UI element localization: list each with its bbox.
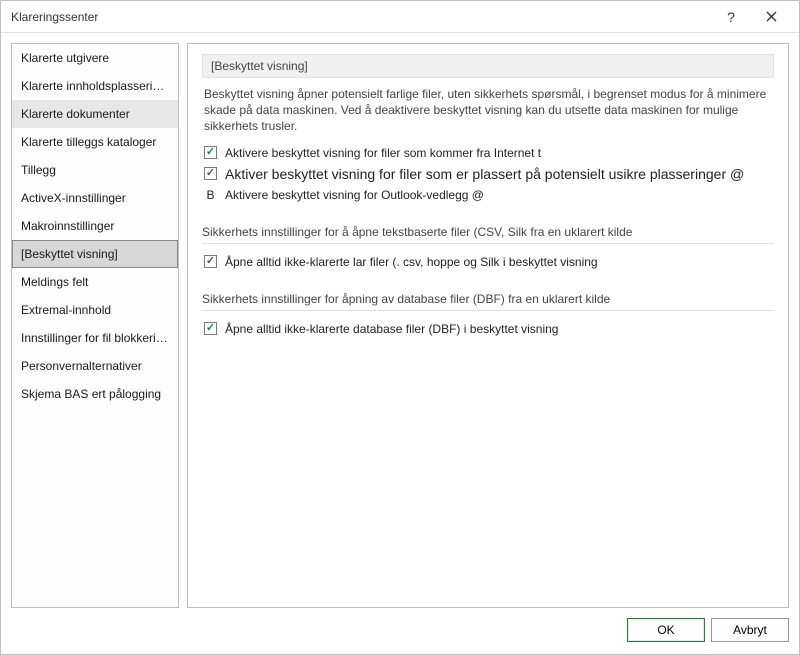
sidebar-item-macro[interactable]: Makroinnstillinger [12, 212, 178, 240]
checkbox-icon [204, 255, 217, 268]
checkbox-row-outlook-attachments[interactable]: B Aktivere beskyttet visning for Outlook… [202, 185, 774, 205]
sidebar-item-addins[interactable]: Tillegg [12, 156, 178, 184]
sidebar-item-label: Tillegg [21, 163, 56, 177]
sidebar-item-form-signin[interactable]: Skjema BAS ert pålogging [12, 380, 178, 408]
ok-button[interactable]: OK [627, 618, 705, 642]
dialog-footer: OK Avbryt [1, 608, 799, 654]
sidebar-item-trusted-addin-catalogs[interactable]: Klarerte tilleggs kataloger [12, 128, 178, 156]
sidebar-item-trusted-locations[interactable]: Klarerte innholdsplasseringer [12, 72, 178, 100]
checkbox-row-internet-files[interactable]: Aktivere beskyttet visning for filer som… [202, 143, 774, 163]
sidebar-item-file-block[interactable]: Innstillinger for fil blokkering [12, 324, 178, 352]
sidebar-item-activex[interactable]: ActiveX-innstillinger [12, 184, 178, 212]
checkbox-icon [204, 146, 217, 159]
help-button[interactable]: ? [711, 3, 751, 31]
section-header-text-files: Sikkerhets innstillinger for å åpne teks… [202, 221, 774, 244]
sidebar-item-label: Meldings felt [21, 275, 88, 289]
sidebar-item-label: Makroinnstillinger [21, 219, 114, 233]
sidebar-item-trusted-publishers[interactable]: Klarerte utgivere [12, 44, 178, 72]
sidebar: Klarerte utgivere Klarerte innholdsplass… [11, 43, 179, 608]
sidebar-item-protected-view[interactable]: [Beskyttet visning] [12, 240, 178, 268]
button-label: Avbryt [733, 623, 767, 637]
checkbox-row-untrusted-text-files[interactable]: Åpne alltid ikke-klarerte lar filer (. c… [202, 252, 774, 272]
sidebar-item-label: Extremal-innhold [21, 303, 111, 317]
protected-view-description: Beskyttet visning åpner potensielt farli… [202, 86, 774, 135]
sidebar-item-label: Personvernalternativer [21, 359, 142, 373]
sidebar-item-label: Innstillinger for fil blokkering [21, 331, 169, 345]
sidebar-item-label: ActiveX-innstillinger [21, 191, 126, 205]
section-header-db-files: Sikkerhets innstillinger for åpning av d… [202, 288, 774, 311]
sidebar-item-privacy[interactable]: Personvernalternativer [12, 352, 178, 380]
close-icon [766, 11, 777, 22]
cancel-button[interactable]: Avbryt [711, 618, 789, 642]
sidebar-item-label: Klarerte innholdsplasseringer [21, 79, 176, 93]
checkbox-icon [204, 167, 217, 180]
button-label: OK [657, 623, 674, 637]
sidebar-item-external-content[interactable]: Extremal-innhold [12, 296, 178, 324]
titlebar: Klareringssenter ? [1, 1, 799, 33]
sidebar-item-label: Klarerte utgivere [21, 51, 109, 65]
sidebar-item-trusted-documents[interactable]: Klarerte dokumenter [12, 100, 178, 128]
sidebar-item-message-bar[interactable]: Meldings felt [12, 268, 178, 296]
close-button[interactable] [751, 3, 791, 31]
checkbox-marker: B [204, 188, 217, 202]
sidebar-item-label: Klarerte tilleggs kataloger [21, 135, 156, 149]
checkbox-label: Aktiver beskyttet visning for filer som … [225, 166, 744, 182]
window-title: Klareringssenter [11, 10, 711, 24]
checkbox-row-untrusted-db-files[interactable]: Åpne alltid ikke-klarerte database filer… [202, 319, 774, 339]
trust-center-dialog: Klareringssenter ? Klarerte utgivere Kla… [0, 0, 800, 655]
sidebar-item-label: [Beskyttet visning] [21, 247, 118, 261]
checkbox-icon [204, 322, 217, 335]
sidebar-item-label: Skjema BAS ert pålogging [21, 387, 161, 401]
checkbox-label: Åpne alltid ikke-klarerte lar filer (. c… [225, 255, 598, 269]
checkbox-row-unsafe-locations[interactable]: Aktiver beskyttet visning for filer som … [202, 163, 774, 185]
section-header-protected-view: [Beskyttet visning] [202, 54, 774, 78]
sidebar-item-label: Klarerte dokumenter [21, 107, 130, 121]
checkbox-label: Aktivere beskyttet visning for filer som… [225, 146, 541, 160]
dialog-body: Klarerte utgivere Klarerte innholdsplass… [1, 33, 799, 608]
checkbox-label: Aktivere beskyttet visning for Outlook-v… [225, 188, 484, 202]
checkbox-label: Åpne alltid ikke-klarerte database filer… [225, 322, 558, 336]
content-panel: [Beskyttet visning] Beskyttet visning åp… [187, 43, 789, 608]
